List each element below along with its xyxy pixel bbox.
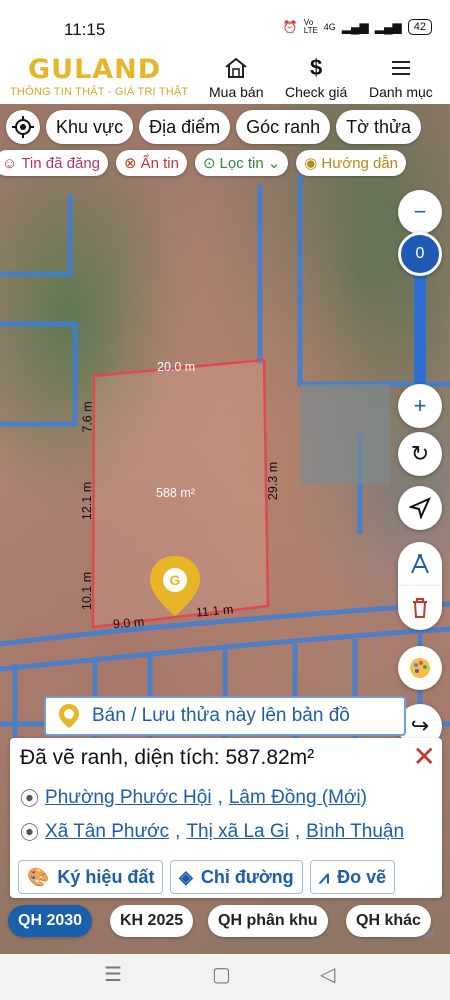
signal-icon-2: ▂▄▆: [374, 20, 402, 34]
house-icon: [209, 54, 263, 82]
zoom-in-button[interactable]: +: [398, 384, 442, 428]
hide-icon: ⊗: [124, 155, 137, 172]
land-symbol-label: Ký hiệu đất: [57, 866, 155, 887]
guide-tab[interactable]: ◉ Hướng dẫn: [296, 150, 406, 176]
posted-label: Tin đã đăng: [21, 154, 100, 172]
svg-text:G: G: [170, 572, 181, 588]
nav-label: Mua bán: [209, 84, 264, 100]
app-tagline: THÔNG TIN THẬT - GIÁ TRỊ THẬT: [10, 86, 189, 98]
system-nav-bar: ☰ ▢ ◁: [0, 954, 450, 1000]
layer-kh-2025[interactable]: KH 2025: [110, 905, 194, 937]
filter-posts-dropdown[interactable]: ⊙ Lọc tin ⌄: [194, 150, 289, 176]
refresh-icon: ↻: [410, 441, 430, 466]
palette-icon: [410, 658, 430, 678]
nav-danh-muc[interactable]: Danh mục: [369, 54, 433, 100]
layer-qh-khac[interactable]: QH khác: [346, 905, 431, 937]
palette-icon: 🎨: [27, 866, 50, 887]
app-logo[interactable]: GULAND: [28, 54, 161, 85]
nav-mua-ban[interactable]: Mua bán: [209, 54, 263, 100]
dimension-bottom-a: 9.0 m: [112, 614, 145, 632]
old-location-row: ⦿ Xã Tân Phước, Thị xã La Gi, Bình Thuận: [20, 818, 404, 845]
filter-dia-diem[interactable]: Địa điểm: [139, 110, 231, 144]
guide-icon: ◉: [304, 155, 318, 172]
navigation-arrow-icon: [409, 497, 431, 519]
locate-icon[interactable]: [6, 110, 40, 144]
nav-label: Check giá: [285, 84, 348, 100]
filter-posts-label: Lọc tin: [219, 154, 264, 172]
battery-icon: 42: [407, 19, 432, 35]
dimension-left-c: 10.1 m: [80, 571, 95, 611]
share-icon: ↪: [410, 713, 430, 738]
compass-draw-icon: [411, 554, 429, 574]
layer-qh-phan-khu[interactable]: QH phân khu: [208, 905, 328, 937]
old-province-link[interactable]: Bình Thuận: [306, 821, 404, 843]
plus-icon: +: [413, 393, 427, 418]
refresh-button[interactable]: ↻: [398, 432, 442, 476]
province-link[interactable]: Lâm Đồng (Mới): [229, 787, 367, 809]
location-pin-icon: ⊙: [202, 155, 216, 172]
close-icon[interactable]: ✕: [413, 740, 436, 773]
parcel-info-panel: Đã vẽ ranh, diện tích: 587.82m² ✕ ⦿ Phườ…: [10, 738, 442, 898]
status-time: 11:15: [64, 20, 106, 39]
nav-check-gia[interactable]: $ Check giá: [285, 54, 347, 100]
directions-icon: ◈: [179, 866, 193, 887]
town-link[interactable]: Thị xã La Gi: [186, 821, 288, 843]
guland-pin-small-icon: [59, 704, 79, 728]
land-symbol-button[interactable]: 🎨 Ký hiệu đất: [18, 860, 164, 894]
posted-tab[interactable]: ☺ Tin đã đăng: [0, 150, 108, 176]
dollar-icon: $: [310, 55, 323, 80]
network-label: 4G: [323, 22, 336, 32]
status-icons: ⏰ Vo LTE 4G ▂▄▆ ▂▄▆ 42: [283, 19, 432, 35]
parcel-area-title: Đã vẽ ranh, diện tích: 587.82m²: [20, 746, 315, 769]
delete-drawing-button[interactable]: [398, 586, 442, 630]
secondary-filters: ☺ Tin đã đăng ⊗ Ẩn tin ⊙ Lọc tin ⌄ ◉ Hướ…: [0, 150, 444, 176]
dimension-top: 20.0 m: [157, 360, 196, 374]
back-icon[interactable]: ◁: [320, 962, 335, 987]
directions-button[interactable]: ◈ Chỉ đường: [170, 860, 303, 894]
home-icon[interactable]: ▢: [212, 962, 231, 987]
directions-label: Chỉ đường: [200, 866, 294, 887]
location-pin-icon: ⦿: [20, 789, 40, 810]
compass-icon: ⩘: [319, 866, 330, 887]
hide-label: Ẩn tin: [140, 154, 179, 172]
volte-icon: Vo LTE: [303, 18, 318, 35]
status-bar: 11:15 ⏰ Vo LTE 4G ▂▄▆ ▂▄▆ 42: [0, 0, 450, 46]
parcel-area-label: 588 m²: [156, 486, 195, 500]
dimension-right: 29.3 m: [266, 461, 281, 501]
navigate-button[interactable]: [398, 486, 442, 530]
chevron-down-icon: ⌄: [267, 155, 281, 172]
measure-button[interactable]: ⩘ Đo vẽ: [310, 860, 396, 894]
zoom-out-button[interactable]: −: [398, 190, 442, 234]
minus-icon: −: [413, 199, 427, 224]
filter-to-thua[interactable]: Tờ thửa: [336, 110, 422, 144]
alarm-icon: ⏰: [282, 20, 298, 34]
sell-save-parcel-button[interactable]: Bán / Lưu thửa này lên bản đồ: [44, 696, 406, 736]
trash-icon: [413, 598, 427, 618]
guide-label: Hướng dẫn: [321, 154, 398, 172]
measure-tool-button[interactable]: [398, 542, 442, 586]
menu-icon: [369, 54, 433, 82]
posted-icon: ☺: [2, 154, 18, 172]
filter-khu-vuc[interactable]: Khu vực: [46, 110, 134, 144]
dimension-left-b: 12.1 m: [80, 481, 95, 521]
dimension-left-a: 7.6 m: [80, 401, 95, 433]
zoom-slider-knob[interactable]: 0: [398, 232, 442, 276]
recent-apps-icon[interactable]: ☰: [104, 962, 122, 987]
nav-label: Danh mục: [369, 84, 433, 100]
commune-link[interactable]: Xã Tân Phước: [45, 821, 169, 843]
sell-save-label: Bán / Lưu thửa này lên bản đồ: [92, 705, 350, 726]
layer-qh-2030[interactable]: QH 2030: [8, 905, 93, 937]
hide-tab[interactable]: ⊗ Ẩn tin: [116, 150, 187, 176]
new-location-row: ⦿ Phường Phước Hội, Lâm Đồng (Mới): [20, 784, 367, 811]
location-pin-icon: ⦿: [20, 823, 40, 844]
app-header: GULAND THÔNG TIN THẬT - GIÁ TRỊ THẬT Mua…: [0, 46, 450, 104]
signal-icon: ▂▄▆: [341, 20, 369, 34]
filter-goc-ranh[interactable]: Góc ranh: [236, 110, 331, 144]
palette-button[interactable]: [398, 646, 442, 690]
ward-link[interactable]: Phường Phước Hội: [45, 787, 212, 809]
primary-filters: Khu vực Địa điểm Góc ranh Tờ thửa: [0, 110, 450, 144]
measure-label: Đo vẽ: [337, 866, 387, 887]
